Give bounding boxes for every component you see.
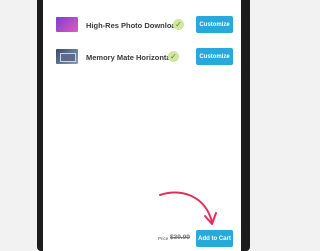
list-item: Memory Mate Horizontal ✓ Customize	[43, 47, 241, 73]
customize-button[interactable]: Customize	[196, 16, 233, 33]
price-value: $39.99	[170, 234, 190, 241]
customize-button[interactable]: Customize	[196, 48, 233, 65]
product-thumbnail	[56, 17, 78, 32]
product-name: Memory Mate Horizontal	[86, 53, 173, 62]
cart-footer: Price $39.99 Add to Cart	[43, 228, 241, 248]
app-screen: High-Res Photo Download ✓ Customize Memo…	[43, 0, 241, 251]
check-circle-icon: ✓	[168, 51, 179, 62]
add-to-cart-button[interactable]: Add to Cart	[196, 230, 233, 247]
list-item: High-Res Photo Download ✓ Customize	[43, 15, 241, 41]
price-label: Price	[158, 236, 169, 241]
product-thumbnail	[56, 49, 78, 64]
check-circle-icon: ✓	[173, 19, 184, 30]
product-name: High-Res Photo Download	[86, 21, 181, 30]
